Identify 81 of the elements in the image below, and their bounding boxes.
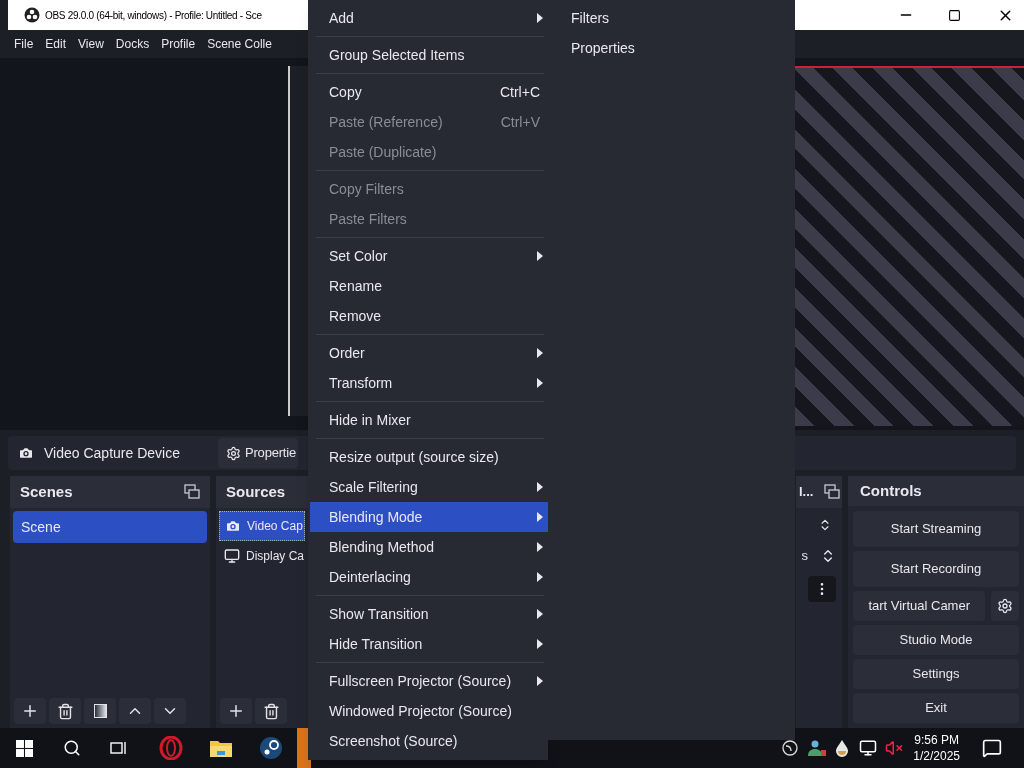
windows-logo-icon[interactable] [16,739,33,757]
dock-title: Controls [860,480,922,501]
menu-item[interactable]: Remove [310,301,548,331]
dock-title: Scenes [20,481,73,502]
menu-item[interactable]: Blending Mode [310,502,548,532]
muted-speaker-icon[interactable] [885,739,904,757]
monitor-icon [224,548,240,564]
scene-item[interactable]: Scene [13,511,207,543]
menu-item[interactable]: Filters [548,3,795,33]
trash-icon [262,702,280,720]
menu-item[interactable]: Hide in Mixer [310,405,548,435]
menu-item[interactable]: Hide Transition [310,629,548,659]
menu-item[interactable]: Show Transition [310,599,548,629]
control-button[interactable]: Settings [853,659,1019,689]
settings-button[interactable] [991,591,1019,621]
app-logo-icon [24,7,40,23]
source-name: Video Capture Device [44,443,181,463]
menu-item[interactable]: Resize output (source size) [310,442,548,472]
add-button[interactable] [220,698,252,724]
menu-bar-item[interactable]: Scene Colle [207,35,272,53]
gradient-square-icon [93,704,107,718]
menu-bar-item[interactable]: View [78,35,104,53]
add-button[interactable] [14,698,46,724]
control-button[interactable]: Start Recording [853,551,1019,587]
filters-button[interactable] [84,698,116,724]
menu-item[interactable]: Rename [310,271,548,301]
menu-item[interactable]: Fullscreen Projector (Source) [310,666,548,696]
clock-time: 9:56 PM [914,732,959,748]
delete-button[interactable] [49,698,81,724]
trash-icon [56,702,74,720]
camera-icon [225,518,241,534]
control-button[interactable]: Studio Mode [853,625,1019,655]
menu-item[interactable]: Scale Filtering [310,472,548,502]
dock-title: l... [799,483,814,502]
menu-item[interactable]: Transform [310,368,548,398]
drop-icon[interactable] [835,739,850,757]
notifications-icon[interactable] [982,738,1002,758]
undock-icon[interactable] [184,484,200,500]
source-item[interactable]: Display Ca [219,541,305,571]
delete-button[interactable] [255,698,287,724]
folder-icon[interactable] [209,738,233,758]
plus-icon [227,702,245,720]
network-icon[interactable] [859,739,878,757]
menu-item[interactable]: Deinterlacing [310,562,548,592]
properties-button[interactable]: Propertie [218,438,298,468]
move-down-button[interactable] [154,698,186,724]
ring-app-icon[interactable] [159,736,183,760]
menu-item[interactable]: Copy Ctrl+C [310,77,548,107]
move-up-button[interactable] [119,698,151,724]
gear-icon [226,445,241,461]
menu-item[interactable]: Add [310,3,548,33]
search-icon[interactable] [63,739,81,757]
menu-item[interactable]: Group Selected Items [310,40,548,70]
window-title: OBS 29.0.0 (64-bit, windows) - Profile: Untitled - Sce [45,8,262,23]
menu-item[interactable]: Windowed Projector (Source) [310,696,548,726]
menu-item[interactable]: Properties [548,33,795,63]
steam-app-icon[interactable] [259,736,283,760]
menu-item[interactable]: Order [310,338,548,368]
control-button[interactable]: Exit [853,693,1019,723]
menu-bar-item[interactable]: Docks [115,35,150,53]
gear-icon [997,598,1014,614]
camera-icon [18,445,34,461]
menu-bar-item[interactable]: File [14,35,34,53]
menu-bar-item[interactable]: Edit [45,35,67,53]
plus-icon [21,702,39,720]
maximize-icon[interactable] [948,8,961,22]
task-view-icon[interactable] [109,740,127,756]
control-button[interactable]: Start Streaming [853,511,1019,547]
source-item[interactable]: Video Cap [219,511,305,541]
field-text: s [801,547,808,565]
control-button[interactable]: tart Virtual Camer [853,591,986,621]
menu-bar-item[interactable]: Profile [161,35,196,53]
clock-date: 1/2/2025 [913,748,960,764]
menu-item[interactable]: Blending Method [310,532,548,562]
menu-item[interactable]: Screenshot (Source) [310,726,548,756]
people-icon[interactable] [807,739,828,757]
more-button[interactable] [808,575,836,602]
undock-icon[interactable] [824,484,840,500]
tray-app-icon[interactable] [781,739,800,757]
menu-item[interactable]: Set Color [310,241,548,271]
dock-title: Sources [226,481,286,502]
